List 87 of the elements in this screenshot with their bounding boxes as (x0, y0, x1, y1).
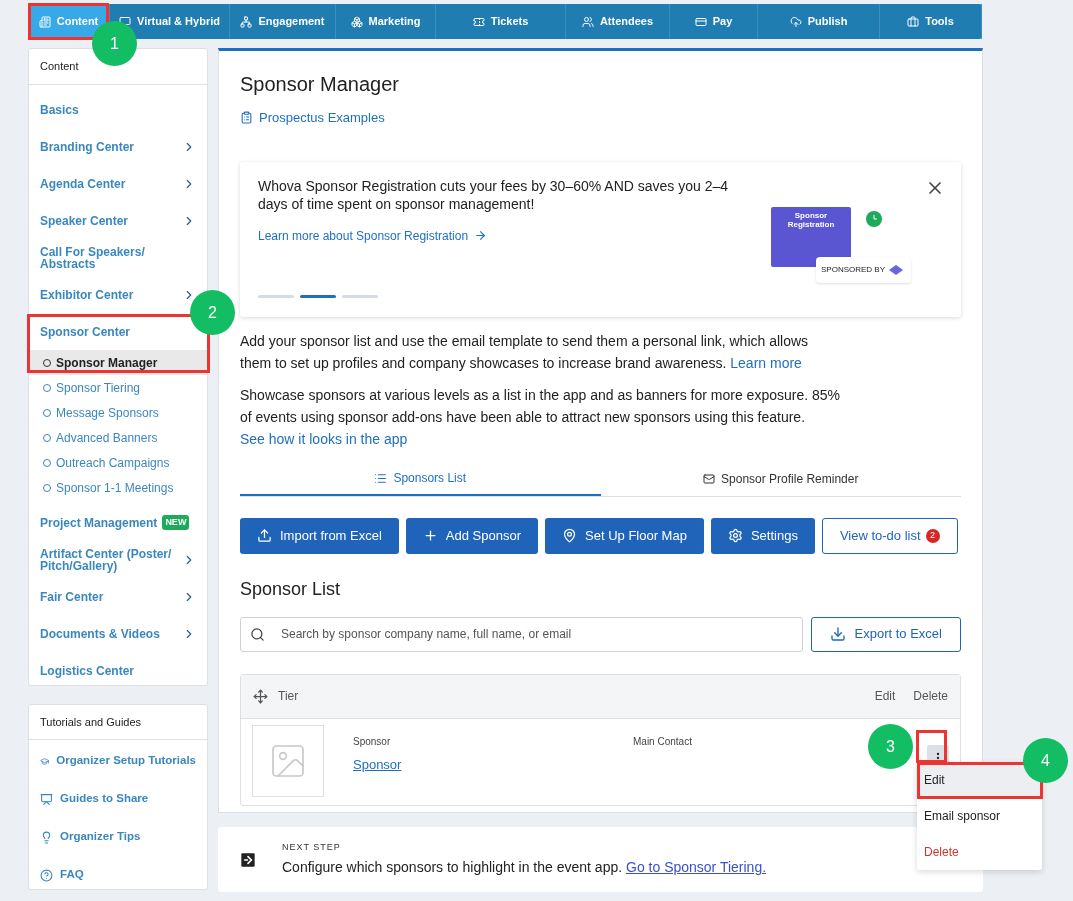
sidebar-item[interactable]: Logistics Center (40, 664, 135, 677)
export-button[interactable]: Export to Excel (810, 616, 961, 652)
card-caption: SPONSORED BY (821, 263, 885, 276)
guide-link[interactable]: Organizer Tips (60, 828, 141, 846)
nav-tab[interactable]: Attendees (566, 4, 670, 39)
sidebar-item[interactable]: Speaker Center (40, 214, 129, 227)
list-title: Sponsor List (240, 577, 342, 601)
menu-item[interactable]: Delete (917, 834, 1042, 870)
guide-icon (40, 830, 53, 844)
next-step-label: NEXT STEP (282, 840, 342, 854)
nav-icon (240, 15, 253, 28)
clock-icon (866, 210, 882, 227)
action-button[interactable]: Set Up Floor Map (545, 517, 704, 554)
description-text: Showcase sponsors at various levels as a list in the app and as banners for more exposure. 85% of events using sponsor add-ons have been able to attract new sponsors using this feature. See how it looks in the app (240, 385, 841, 449)
settings-icon (727, 528, 743, 543)
sidebar-item[interactable]: Call For Speakers/ Abstracts (40, 245, 180, 270)
card-title: Sponsor Registration (786, 210, 836, 229)
drag-icon (253, 688, 268, 704)
page-title: Sponsor Manager (240, 72, 400, 97)
delete-header: Delete (913, 688, 948, 705)
sidebar-subitem[interactable]: Outreach Campaigns (29, 450, 207, 475)
sidebar-item[interactable]: Project Management (40, 516, 158, 529)
upload-icon (257, 528, 272, 543)
action-button[interactable]: View to-do list 2 (821, 517, 958, 554)
action-button[interactable]: Settings (710, 517, 815, 554)
nav-tab[interactable]: Tools (880, 4, 982, 39)
sponsor-label: Sponsor (353, 734, 392, 749)
nav-icon (38, 15, 51, 28)
promo-link[interactable]: Learn more about Sponsor Registration (258, 226, 469, 245)
new-badge: NEW (162, 514, 190, 531)
map-pin-icon (562, 528, 578, 543)
guide-icon (40, 792, 53, 806)
nav-icon (581, 15, 594, 28)
sidebar-item[interactable]: Documents & Videos (40, 627, 160, 640)
step-number-tooltip: 4 (1023, 738, 1068, 783)
view-tab[interactable]: Sponsor Profile Reminder (600, 462, 961, 496)
plus-icon (422, 528, 438, 543)
search-field[interactable]: Search by sponsor company name, full name, or email (240, 616, 803, 652)
prospectus-link[interactable]: Prospectus Examples (259, 108, 385, 128)
nav-tab[interactable]: Publish (758, 4, 880, 39)
action-button[interactable]: Add Sponsor (405, 517, 539, 554)
sidebar-item[interactable]: Basics (40, 103, 79, 116)
sidebar-subitem[interactable]: Sponsor 1-1 Meetings (29, 475, 207, 500)
nav-icon (789, 15, 802, 28)
sidebar-subitem[interactable]: Advanced Banners (29, 425, 207, 450)
sponsor-link[interactable]: Sponsor (353, 754, 633, 774)
sidebar-item[interactable]: Exhibitor Center (40, 288, 134, 301)
nav-icon (907, 15, 920, 28)
tiering-link[interactable]: Go to Sponsor Tiering. (626, 859, 767, 876)
download-icon (829, 626, 846, 642)
guides-title: Tutorials and Guides (29, 705, 207, 740)
search-icon (250, 626, 265, 642)
sidebar-subitem[interactable]: Message Sponsors (29, 400, 207, 425)
nav-icon (472, 15, 485, 28)
contact-label: Main Contact (633, 734, 692, 749)
guide-link[interactable]: Organizer Setup Tutorials (56, 752, 196, 770)
mail-icon (703, 473, 716, 485)
nav-tab[interactable]: Engagement (230, 4, 336, 39)
list-icon (374, 471, 388, 485)
sidebar-item[interactable]: Branding Center (40, 140, 134, 153)
sidebar-subitem[interactable]: Sponsor Tiering (29, 375, 207, 400)
nav-tab[interactable]: Marketing (336, 4, 436, 39)
menu-item[interactable]: Email sponsor (917, 798, 1042, 834)
learn-link[interactable]: See how it looks in the app (240, 430, 408, 447)
next-step-text: Configure which sponsors to highlight in the event app. Go to Sponsor Tiering. (282, 858, 767, 878)
nav-icon (694, 15, 707, 28)
clipboard-icon (240, 111, 253, 125)
nav-tab[interactable]: Tickets (436, 4, 566, 39)
action-button[interactable]: Import from Excel (240, 517, 399, 554)
guide-link[interactable]: FAQ (60, 866, 84, 884)
guide-icon (40, 868, 53, 882)
learn-link[interactable]: Learn more (730, 354, 802, 371)
sidebar-item[interactable]: Fair Center (40, 590, 104, 603)
guide-link[interactable]: Guides to Share (60, 790, 149, 808)
nav-icon (350, 15, 363, 28)
description-text: Add your sponsor list and use the email template to send them a personal link, which allows them to set up profiles and company showcases to increase brand awareness. Learn more (240, 331, 810, 373)
tier-header: Tier (278, 688, 300, 705)
layers-icon (889, 264, 903, 275)
sidebar-item[interactable]: Sponsor Center (40, 325, 130, 338)
sidebar-item[interactable]: Agenda Center (40, 177, 126, 190)
arrow-icon (474, 229, 488, 242)
count-badge: 2 (925, 528, 940, 543)
view-tab[interactable]: Sponsors List (240, 462, 601, 496)
sidebar-item[interactable]: Artifact Center (Poster/ Pitch/Gallery) (40, 547, 180, 572)
promo-text: Whova Sponsor Registration cuts your fees by 30–60% AND saves you 2–4 days of time spent on sponsor management! (258, 176, 730, 213)
edit-header: Edit (874, 688, 896, 705)
nav-tab[interactable]: Pay (670, 4, 758, 39)
